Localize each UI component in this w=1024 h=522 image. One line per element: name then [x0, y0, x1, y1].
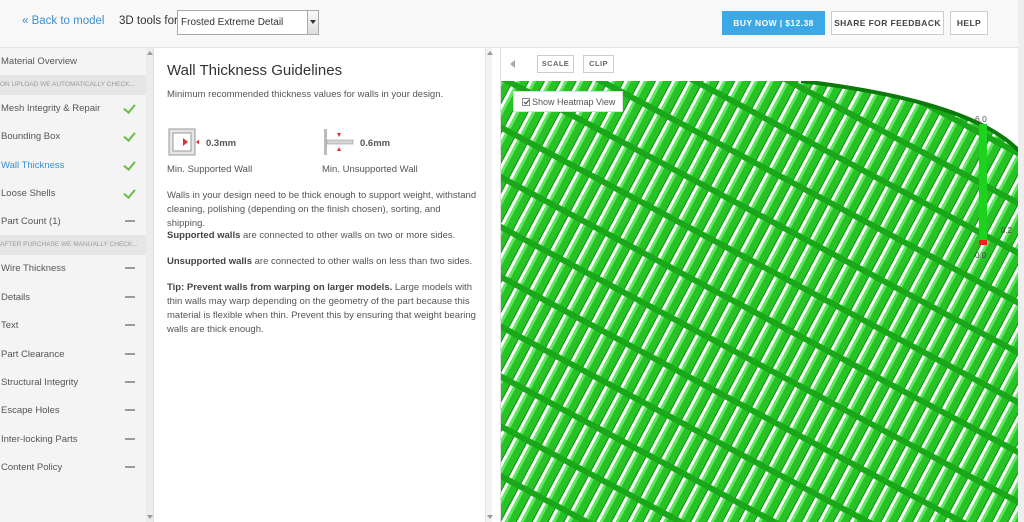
sidebar-item-part-clearance[interactable]: Part Clearance	[0, 342, 147, 366]
heatmap-legend-min: 0.0	[975, 251, 987, 260]
heatmap-toggle[interactable]: Show Heatmap View	[513, 91, 623, 112]
check-icon	[123, 102, 137, 114]
scroll-up-icon[interactable]	[487, 51, 493, 55]
unsupported-wall-label: Min. Unsupported Wall	[322, 164, 418, 175]
sidebar-item-label: Details	[1, 292, 31, 303]
sidebar-item-escape-holes[interactable]: Escape Holes	[0, 398, 147, 422]
content-scrollbar[interactable]	[485, 48, 493, 522]
guidelines-panel: Wall Thickness Guidelines Minimum recomm…	[155, 48, 493, 522]
sidebar: Material Overview ON UPLOAD WE AUTOMATIC…	[0, 48, 154, 522]
sidebar-item-label: Structural Integrity	[1, 377, 79, 388]
dash-icon	[123, 404, 137, 416]
sidebar-item-details[interactable]: Details	[0, 285, 147, 309]
heatmap-legend-max: 6.0	[975, 114, 987, 124]
dash-icon	[123, 215, 137, 227]
sidebar-item-content-policy[interactable]: Content Policy	[0, 455, 147, 479]
tip-paragraph: Tip: Prevent walls from warping on large…	[167, 281, 479, 337]
sidebar-scrollbar[interactable]	[146, 48, 153, 522]
sidebar-item-wall-thickness[interactable]: Wall Thickness	[0, 153, 147, 177]
sidebar-item-label: Content Policy	[1, 462, 63, 473]
dash-icon	[123, 376, 137, 388]
dash-icon	[123, 461, 137, 473]
page-title: Wall Thickness Guidelines	[167, 62, 343, 79]
dash-icon	[123, 262, 137, 274]
sidebar-section-manual-header: AFTER PURCHASE WE MANUALLY CHECK...	[0, 235, 147, 255]
chevron-down-icon[interactable]	[307, 11, 318, 34]
sidebar-item-loose-shells[interactable]: Loose Shells	[0, 181, 147, 205]
sidebar-item-label: Mesh Integrity & Repair	[1, 103, 101, 114]
page-subtitle: Minimum recommended thickness values for…	[167, 89, 444, 100]
dash-icon	[123, 433, 137, 445]
scale-button[interactable]: SCALE	[537, 55, 574, 73]
supported-walls-term: Supported walls	[167, 230, 241, 241]
sidebar-item-bounding-box[interactable]: Bounding Box	[0, 124, 147, 148]
help-button[interactable]: HELP	[950, 11, 988, 35]
back-to-model-link[interactable]: « Back to model	[22, 15, 104, 27]
sidebar-item-wire-thickness[interactable]: Wire Thickness	[0, 256, 147, 280]
sidebar-item-label: Text	[1, 320, 19, 331]
material-select-value: Frosted Extreme Detail	[181, 17, 284, 28]
supported-wall-value: 0.3mm	[206, 138, 237, 149]
heatmap-legend-red	[979, 240, 987, 245]
check-icon	[123, 187, 137, 199]
buy-now-button[interactable]: BUY NOW | $12.38	[722, 11, 825, 35]
sidebar-item-label: Bounding Box	[1, 131, 61, 142]
page-scrollbar[interactable]	[1018, 0, 1024, 522]
material-select[interactable]: Frosted Extreme Detail	[177, 10, 319, 35]
sidebar-item-label: Loose Shells	[1, 188, 56, 199]
dash-icon	[123, 291, 137, 303]
unsupported-walls-paragraph: Unsupported walls are connected to other…	[167, 255, 479, 269]
sidebar-item-label: Material Overview	[1, 56, 78, 67]
sidebar-item-text[interactable]: Text	[0, 313, 147, 337]
unsupported-walls-text: are connected to other walls on less tha…	[251, 256, 473, 267]
tip-term: Tip: Prevent walls from warping on large…	[167, 282, 393, 293]
unsupported-wall-icon	[324, 129, 354, 155]
unsupported-walls-term: Unsupported walls	[167, 256, 252, 267]
sidebar-item-label: Wall Thickness	[1, 160, 65, 171]
model-canvas[interactable]	[501, 81, 1018, 522]
sidebar-item-label: Escape Holes	[1, 405, 60, 416]
dash-icon	[123, 319, 137, 331]
sidebar-item-label: Part Count (1)	[1, 216, 61, 227]
sidebar-item-interlocking-parts[interactable]: Inter-locking Parts	[0, 427, 147, 451]
check-icon	[123, 159, 137, 171]
intro-paragraph: Walls in your design need to be thick en…	[167, 190, 477, 229]
clip-button[interactable]: CLIP	[583, 55, 614, 73]
sidebar-item-label: Inter-locking Parts	[1, 434, 78, 445]
share-feedback-button[interactable]: SHARE FOR FEEDBACK	[831, 11, 944, 35]
scroll-down-icon[interactable]	[487, 515, 493, 519]
sidebar-item-label: Part Clearance	[1, 349, 65, 360]
top-bar: « Back to model 3D tools for Frosted Ext…	[0, 0, 1024, 48]
scroll-down-icon[interactable]	[147, 515, 153, 519]
check-icon	[123, 130, 137, 142]
unsupported-wall-value: 0.6mm	[360, 138, 391, 149]
heatmap-legend-bar	[979, 124, 987, 245]
supported-walls-text: are connected to other walls on two or m…	[240, 230, 456, 241]
mesh-grid	[501, 81, 1018, 522]
sidebar-item-label: Wire Thickness	[1, 263, 66, 274]
supported-wall-icon	[168, 128, 199, 156]
sidebar-item-structural-integrity[interactable]: Structural Integrity	[0, 370, 147, 394]
sidebar-item-part-count[interactable]: Part Count (1)	[0, 209, 147, 233]
sidebar-item-material-overview[interactable]: Material Overview	[0, 49, 147, 73]
tools-label: 3D tools for	[119, 15, 178, 27]
dash-icon	[123, 348, 137, 360]
supported-wall-label: Min. Supported Wall	[167, 164, 253, 175]
scroll-up-icon[interactable]	[147, 51, 153, 55]
heatmap-toggle-label: Show Heatmap View	[532, 97, 616, 107]
collapse-panel-icon[interactable]	[509, 58, 517, 70]
viewer-toolbar: SCALE CLIP	[501, 48, 1018, 81]
heatmap-checkbox[interactable]	[522, 98, 530, 106]
sidebar-section-auto-header: ON UPLOAD WE AUTOMATICALLY CHECK...	[0, 75, 147, 95]
heatmap-legend-mid: 0.2	[1001, 226, 1013, 235]
sidebar-item-mesh-integrity[interactable]: Mesh Integrity & Repair	[0, 96, 147, 120]
supported-walls-paragraph: Supported walls are connected to other w…	[167, 229, 479, 243]
model-viewer: SCALE CLIP Show Heatmap View 6.0 0.2 0.0	[500, 48, 1018, 522]
